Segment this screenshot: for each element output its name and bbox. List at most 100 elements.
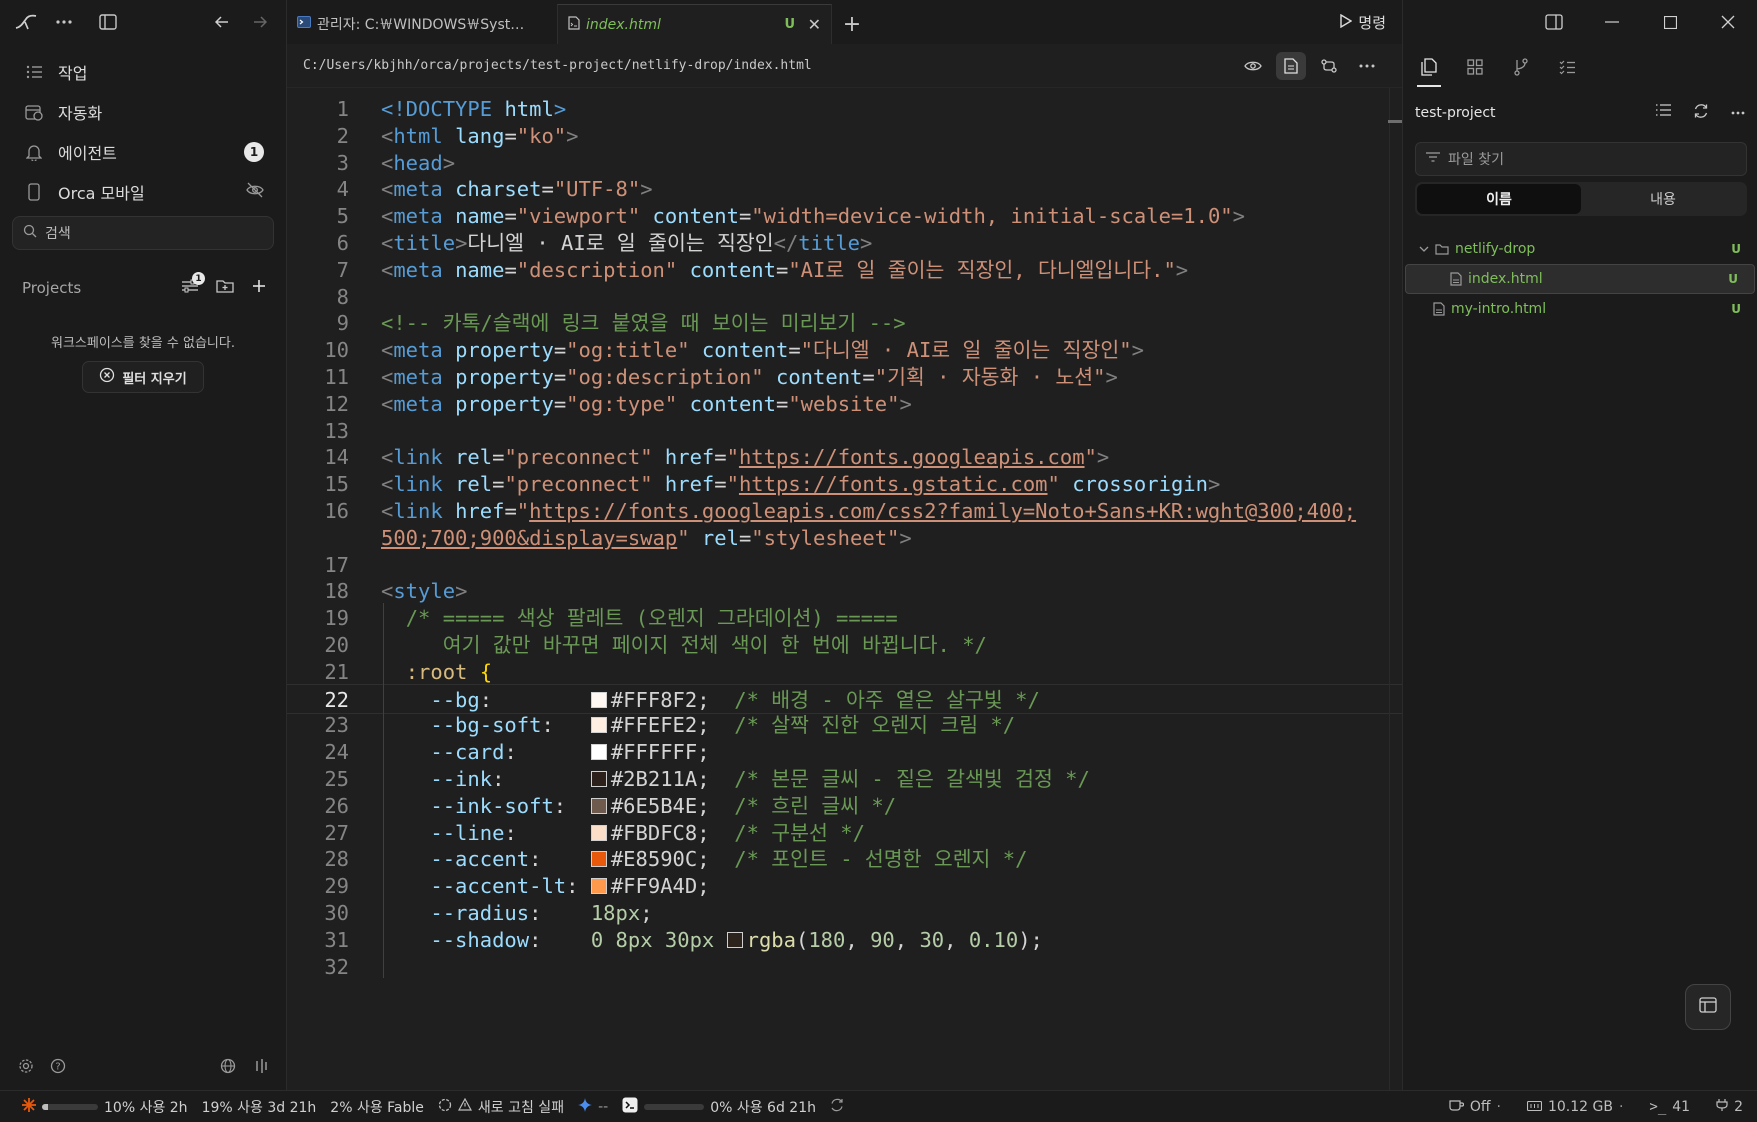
terminal-count-text: 41: [1672, 1098, 1691, 1115]
tree-file-my-intro-html[interactable]: my-intro.html U: [1403, 294, 1757, 324]
new-tab-button[interactable]: +: [832, 4, 872, 44]
scrollbar-thumb[interactable]: [1388, 120, 1402, 123]
code-line[interactable]: 15 <link rel="preconnect" href="https://f…: [287, 469, 1402, 499]
sidebar-item-agents[interactable]: 에이전트 1: [12, 132, 274, 172]
search-placeholder: 검색: [45, 226, 71, 242]
settings-gear-icon[interactable]: [18, 1058, 34, 1078]
sidebar-item-tasks[interactable]: 작업: [12, 52, 274, 92]
forward-arrow-icon[interactable]: [248, 10, 272, 34]
code-line[interactable]: 25 --ink: #2B211A; /* 본문 글씨 - 짙은 갈색빛 검정 …: [287, 764, 1402, 794]
search-by-content-tab[interactable]: 내용: [1581, 184, 1745, 214]
toggle-sidebar-icon[interactable]: [96, 10, 120, 34]
code-line[interactable]: 18 <style>: [287, 576, 1402, 606]
more-icon[interactable]: [1731, 103, 1745, 123]
gemini-status[interactable]: --: [578, 1097, 608, 1116]
source-control-tab-icon[interactable]: [1509, 52, 1533, 82]
notification-badge: 1: [244, 142, 264, 162]
code-line[interactable]: 3 <head>: [287, 148, 1402, 178]
run-command-button[interactable]: 명령: [1340, 12, 1386, 33]
separator-dot: ·: [1618, 1098, 1624, 1115]
code-line[interactable]: 31 --shadow: 0 8px 30px rgba(180, 90, 30…: [287, 925, 1402, 955]
usage-weekly[interactable]: 19% 사용 3d 21h: [202, 1097, 317, 1117]
code-editor[interactable]: 1 <!DOCTYPE html> 2 <html lang="ko"> 3 <head>…: [287, 88, 1402, 1090]
minimize-icon[interactable]: [1583, 0, 1641, 44]
grid-tab-icon[interactable]: [1463, 52, 1487, 82]
preview-eye-icon[interactable]: [1238, 52, 1268, 80]
close-icon[interactable]: ✕: [808, 15, 821, 34]
orca-logo-icon[interactable]: [14, 10, 38, 34]
file-icon: [1450, 272, 1462, 286]
code-line[interactable]: 11 <meta property="og:description" conten…: [287, 362, 1402, 392]
ports-count[interactable]: 2: [1716, 1098, 1743, 1116]
code-line[interactable]: 27 --line: #FBDFC8; /* 구분선 */: [287, 818, 1402, 848]
code-line[interactable]: 28 --accent: #E8590C; /* 포인트 - 선명한 오렌지 *…: [287, 844, 1402, 874]
code-line[interactable]: 19 /* ===== 색상 팔레트 (오렌지 그라데이션) =====: [287, 603, 1402, 633]
help-icon[interactable]: ?: [50, 1058, 66, 1078]
collapse-list-icon[interactable]: [1655, 103, 1671, 123]
files-tab-icon[interactable]: [1417, 52, 1441, 87]
code-line[interactable]: 4 <meta charset="UTF-8">: [287, 174, 1402, 204]
maximize-icon[interactable]: [1641, 0, 1699, 44]
code-line[interactable]: 24 --card: #FFFFFF;: [287, 737, 1402, 767]
code-line[interactable]: 500;700;900&display=swap" rel="styleshee…: [287, 523, 1402, 553]
sidebar-item-automation[interactable]: 자동화: [12, 92, 274, 132]
code-line[interactable]: 29 --accent-lt: #FF9A4D;: [287, 871, 1402, 901]
code-line[interactable]: 10 <meta property="og:title" content="다니엘…: [287, 335, 1402, 365]
toggle-panel-icon[interactable]: [1525, 0, 1583, 44]
code-line[interactable]: 16 <link href="https://fonts.googleapis.c…: [287, 496, 1402, 526]
coffee-toggle[interactable]: Off ·: [1449, 1098, 1501, 1115]
layout-panel-button[interactable]: [1685, 984, 1731, 1030]
refresh-icon[interactable]: [1693, 103, 1709, 123]
file-search-input[interactable]: 파일 찾기: [1415, 142, 1747, 176]
codex-usage[interactable]: 0% 사용 6d 21h: [622, 1097, 844, 1117]
code-line[interactable]: 30 --radius: 18px;: [287, 898, 1402, 928]
line-number: 9: [336, 311, 349, 336]
code-line[interactable]: 14 <link rel="preconnect" href="https://f…: [287, 442, 1402, 472]
close-window-icon[interactable]: [1699, 0, 1757, 44]
source-view-icon[interactable]: [1276, 52, 1306, 80]
usage-fable[interactable]: 2% 사용 Fable: [330, 1097, 424, 1117]
code-line[interactable]: 17: [287, 550, 1402, 580]
code-line[interactable]: 32: [287, 952, 1402, 982]
code-line[interactable]: 13: [287, 416, 1402, 446]
code-line[interactable]: 8: [287, 282, 1402, 312]
code-line[interactable]: 21 :root {: [287, 657, 1402, 687]
code-line[interactable]: 9 <!-- 카톡/슬랙에 링크 붙였을 때 보이는 미리보기 -->: [287, 308, 1402, 338]
back-arrow-icon[interactable]: [210, 10, 234, 34]
line-number: 30: [324, 901, 349, 925]
plus-icon[interactable]: [252, 279, 266, 297]
tree-file-index-html[interactable]: index.html U: [1405, 264, 1755, 294]
sidebar-search-input[interactable]: 검색: [12, 216, 274, 250]
add-folder-icon[interactable]: [216, 279, 234, 297]
minimap-separator: [1389, 88, 1390, 1090]
panel-bars-icon[interactable]: [254, 1058, 268, 1078]
code-line[interactable]: 23 --bg-soft: #FFEFE2; /* 살짝 진한 오렌지 크림 *…: [287, 710, 1402, 740]
search-by-name-tab[interactable]: 이름: [1417, 184, 1581, 214]
more-icon[interactable]: [52, 10, 76, 34]
code-line[interactable]: 20 여기 값만 바꾸면 페이지 전체 색이 한 번에 바뀝니다. */: [287, 630, 1402, 660]
diff-compare-icon[interactable]: [1314, 52, 1344, 80]
code-line[interactable]: 22 --bg: #FFF8F2; /* 배경 - 아주 옅은 살구빛 */: [287, 683, 1402, 714]
code-line[interactable]: 6 <title>다니엘 · AI로 일 줄이는 직장인</title>: [287, 228, 1402, 258]
code-line[interactable]: 2 <html lang="ko">: [287, 121, 1402, 151]
terminal-count[interactable]: >_ 41: [1649, 1099, 1690, 1115]
code-line[interactable]: 5 <meta name="viewport" content="width=de…: [287, 201, 1402, 231]
code-line[interactable]: 7 <meta name="description" content="AI로 일…: [287, 255, 1402, 285]
checklist-tab-icon[interactable]: [1555, 52, 1579, 82]
tab-label: index.html: [586, 16, 661, 33]
more-icon[interactable]: [1352, 52, 1382, 80]
tree-folder-netlify-drop[interactable]: netlify-drop U: [1403, 234, 1757, 264]
code-line[interactable]: 26 --ink-soft: #6E5B4E; /* 흐린 글씨 */: [287, 791, 1402, 821]
sidebar-item-orca-mobile[interactable]: Orca 모바일: [12, 172, 274, 212]
code-line[interactable]: 12 <meta property="og:type" content="webs…: [287, 389, 1402, 419]
tab-index-html[interactable]: index.html U ✕: [557, 4, 832, 44]
clear-filter-button[interactable]: 필터 지우기: [82, 361, 204, 393]
code-line[interactable]: 1 <!DOCTYPE html>: [287, 94, 1402, 124]
tab-terminal[interactable]: 관리자: C:￦WINDOWS￦Syst…: [287, 4, 557, 44]
memory-usage[interactable]: 10.12 GB ·: [1526, 1098, 1624, 1115]
usage-claude[interactable]: 10% 사용 2h: [22, 1097, 188, 1117]
refresh-status[interactable]: 새로 고침 실패: [438, 1097, 564, 1117]
eye-off-icon[interactable]: [246, 182, 264, 202]
filter-sliders-icon[interactable]: 1: [182, 272, 205, 297]
globe-icon[interactable]: [220, 1058, 236, 1078]
